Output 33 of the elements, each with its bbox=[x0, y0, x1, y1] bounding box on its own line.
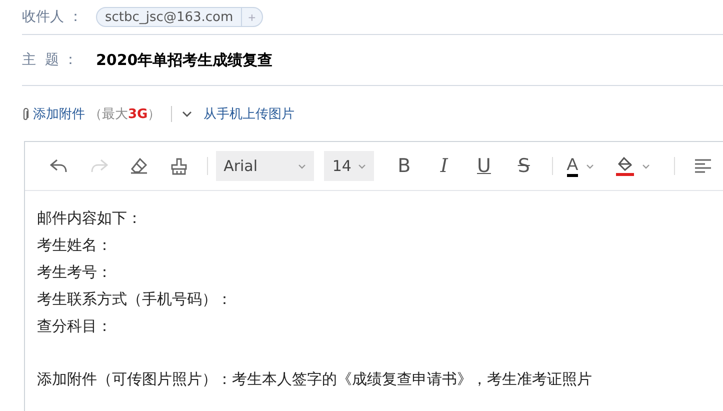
font-family-select[interactable]: Arial bbox=[216, 151, 314, 181]
strike-button[interactable]: S bbox=[504, 151, 544, 181]
italic-button[interactable]: I bbox=[424, 151, 464, 181]
caret-icon bbox=[586, 164, 594, 168]
size-limit-text: （最大3G） bbox=[89, 106, 161, 123]
upload-from-phone-link[interactable]: 从手机上传图片 bbox=[204, 105, 295, 123]
body-text-line: 邮件内容如下： bbox=[37, 208, 143, 229]
caret-icon bbox=[298, 164, 306, 168]
paperclip-icon bbox=[22, 108, 29, 120]
underline-button[interactable]: U bbox=[464, 151, 504, 181]
subject-label: 主 题 ： bbox=[22, 51, 78, 69]
font-size-select[interactable]: 14 bbox=[324, 151, 374, 181]
body-text-line: 查分科目： bbox=[37, 316, 113, 337]
eraser-icon bbox=[130, 158, 148, 174]
body-text-line: 考生考号： bbox=[37, 262, 113, 283]
message-body[interactable]: 邮件内容如下： 考生姓名： 考生考号： 考生联系方式（手机号码）： 查分科目： 添加附件（可传图片照片）：考生本人签字的《成绩复查申请书》，考生准考证照片 bbox=[25, 191, 723, 393]
caret-icon bbox=[358, 164, 366, 168]
body-text-line: 添加附件（可传图片照片）：考生本人签字的《成绩复查申请书》，考生准考证照片 bbox=[37, 369, 593, 390]
chevron-down-icon[interactable] bbox=[182, 111, 192, 117]
bold-button[interactable]: B bbox=[384, 151, 424, 181]
paint-bucket-icon bbox=[616, 156, 634, 176]
recipient-label: 收件人 ： bbox=[22, 8, 84, 26]
align-left-icon bbox=[695, 159, 712, 173]
font-color-button[interactable]: A bbox=[560, 151, 600, 181]
caret-icon bbox=[642, 164, 650, 168]
format-brush-icon bbox=[170, 158, 187, 174]
redo-icon bbox=[90, 159, 108, 173]
body-text-line: 考生姓名： bbox=[37, 235, 113, 256]
recipient-chip[interactable]: sctbc_jsc@163.com + bbox=[96, 7, 263, 27]
undo-icon bbox=[50, 159, 68, 173]
subject-field[interactable]: 2020年单招考生成绩复查 bbox=[96, 50, 273, 70]
add-attachment-link[interactable]: 添加附件 bbox=[33, 105, 85, 123]
body-text-line: 考生联系方式（手机号码）： bbox=[37, 289, 233, 310]
